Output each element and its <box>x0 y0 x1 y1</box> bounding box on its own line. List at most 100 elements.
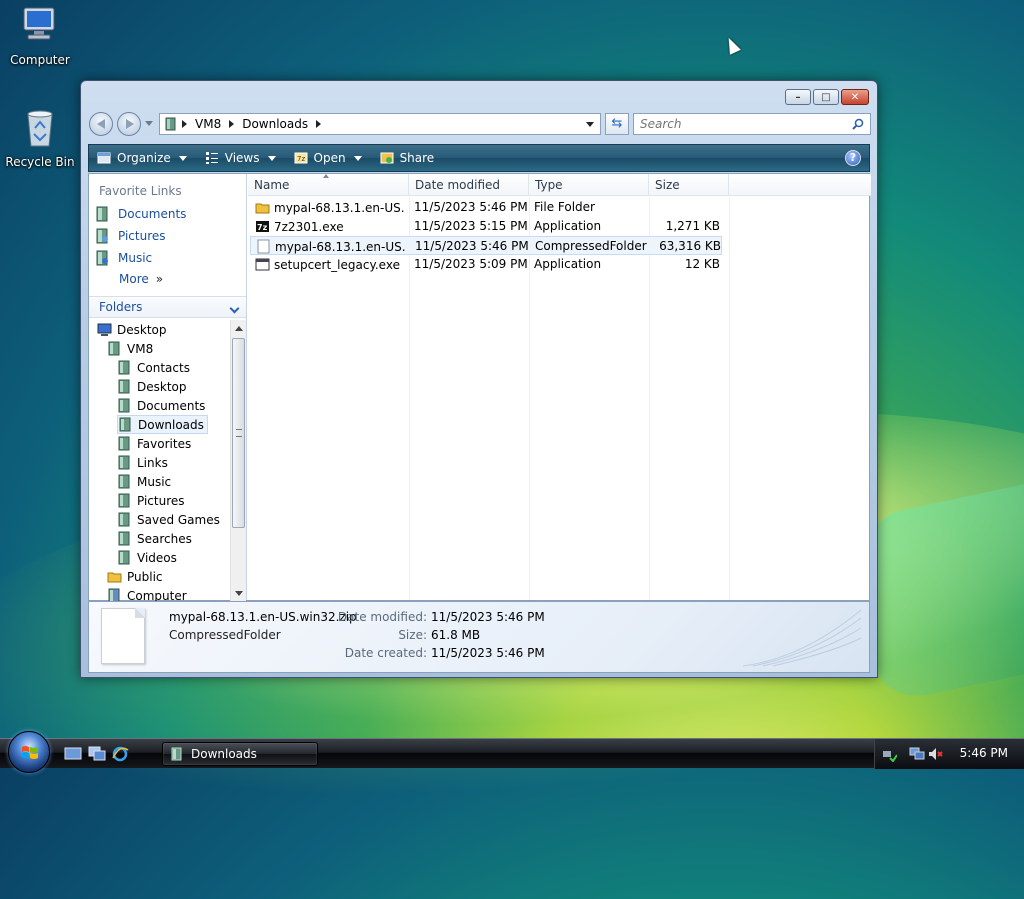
folder-tree-item[interactable]: Searches <box>117 529 195 548</box>
organize-button[interactable]: Organize <box>97 151 187 165</box>
file-row[interactable]: mypal-68.13.1.en-US.w... 11/5/2023 5:46 P… <box>250 236 722 255</box>
favorite-link-music[interactable]: Music <box>95 250 152 266</box>
file-name: 7z2301.exe <box>274 219 344 234</box>
user-folder-icon <box>108 341 120 356</box>
wallpaper-band <box>870 482 1024 708</box>
details-date-created-label: Date created: <box>344 646 427 660</box>
minimize-icon: – <box>795 91 801 103</box>
file-type: CompressedFolder <box>535 239 647 253</box>
column-header-label: Type <box>535 178 563 192</box>
file-date: 11/5/2023 5:46 PM <box>415 239 529 253</box>
details-date-created: 11/5/2023 5:46 PM <box>431 646 545 660</box>
folder-tree-item[interactable]: Links <box>117 453 171 472</box>
folders-header[interactable]: Folders <box>89 296 246 318</box>
explorer-window[interactable]: – □ ✕ VM8 Downloads ⇆ Organize <box>80 80 878 678</box>
address-bar[interactable]: VM8 Downloads <box>159 113 601 135</box>
folder-tree-item[interactable]: Videos <box>117 548 180 567</box>
desktop-icon-recycle-bin[interactable]: Recycle Bin <box>0 106 80 169</box>
folder-tree-scrollbar[interactable] <box>230 320 246 602</box>
file-row[interactable]: setupcert_legacy.exe 11/5/2023 5:09 PM App… <box>250 255 722 274</box>
volume-muted-icon[interactable] <box>927 746 943 762</box>
refresh-button[interactable]: ⇆ <box>605 113 629 135</box>
details-size: 61.8 MB <box>431 628 481 642</box>
folder-tree-item[interactable]: Saved Games <box>117 510 223 529</box>
folder-tree-item[interactable]: Downloads <box>117 415 208 434</box>
folder-tree-item[interactable]: Documents <box>117 396 208 415</box>
folder-tree-item[interactable]: Contacts <box>117 358 193 377</box>
start-button[interactable] <box>8 731 50 773</box>
folder-tree-item[interactable]: Desktop <box>97 320 170 339</box>
breadcrumb-vm8[interactable]: VM8 <box>191 117 225 131</box>
folder-icon <box>119 417 131 432</box>
scroll-up-icon[interactable] <box>235 326 243 331</box>
taskbar-button-downloads[interactable]: Downloads <box>162 742 318 766</box>
zip-file-icon <box>257 239 270 254</box>
back-arrow-icon <box>97 119 105 129</box>
computer-icon <box>23 7 55 40</box>
breadcrumb-separator[interactable] <box>182 120 187 128</box>
search-icon[interactable] <box>852 118 864 130</box>
search-input[interactable] <box>638 115 838 133</box>
safely-remove-hardware-icon[interactable] <box>881 746 897 762</box>
favorite-link-more[interactable]: More » <box>119 272 163 286</box>
breadcrumb-downloads[interactable]: Downloads <box>238 117 312 131</box>
column-header-size[interactable]: Size <box>649 174 729 196</box>
address-dropdown[interactable] <box>586 122 594 127</box>
share-label: Share <box>399 151 435 165</box>
file-date: 11/5/2023 5:09 PM <box>414 257 528 271</box>
favorite-link-documents[interactable]: Documents <box>95 206 186 222</box>
clock[interactable]: 5:46 PM <box>960 746 1008 760</box>
folder-tree-item[interactable]: Public <box>107 567 166 586</box>
column-header-date-modified[interactable]: Date modified <box>409 174 529 196</box>
folder-tree-label: Public <box>127 569 163 584</box>
search-box[interactable] <box>633 113 871 135</box>
favorite-link-pictures[interactable]: Pictures <box>95 228 166 244</box>
recent-pages-dropdown[interactable] <box>145 121 153 126</box>
details-date-modified: 11/5/2023 5:46 PM <box>431 610 545 624</box>
switch-windows-icon[interactable] <box>88 746 106 762</box>
7zip-icon: 7z <box>256 221 269 232</box>
column-header-name[interactable]: Name <box>248 174 409 196</box>
favorite-link-label: Pictures <box>118 229 166 243</box>
folder-tree-item[interactable]: Computer <box>107 586 190 602</box>
file-type: Application <box>534 219 602 233</box>
recycle-bin-icon <box>27 110 53 147</box>
share-button[interactable]: Share <box>380 151 435 165</box>
folder-tree-item[interactable]: Pictures <box>117 491 188 510</box>
explorer-content: Favorite Links Documents Pictures Music … <box>88 173 871 602</box>
minimize-button[interactable]: – <box>785 89 811 105</box>
scrollbar-thumb[interactable] <box>232 338 245 528</box>
show-desktop-icon[interactable] <box>64 746 82 762</box>
organize-label: Organize <box>117 151 171 165</box>
favorite-link-label: Music <box>118 251 153 265</box>
open-button[interactable]: 7z Open <box>294 151 362 165</box>
file-name-cell: setupcert_legacy.exe <box>255 257 405 272</box>
breadcrumb-separator[interactable] <box>229 120 235 128</box>
help-button[interactable]: ? <box>845 150 861 166</box>
windows-logo-icon <box>22 746 38 759</box>
file-row[interactable]: 7z 7z2301.exe 11/5/2023 5:15 PM Application… <box>250 217 722 236</box>
column-header-type[interactable]: Type <box>529 174 649 196</box>
open-label: Open <box>313 151 346 165</box>
folder-tree-item[interactable]: Favorites <box>117 434 194 453</box>
forward-button[interactable] <box>117 112 141 136</box>
folder-tree-item[interactable]: Desktop <box>117 377 190 396</box>
folder-icon <box>118 455 130 470</box>
open-icon: 7z <box>294 152 307 164</box>
internet-explorer-icon[interactable] <box>111 746 129 762</box>
folder-tree-label: Links <box>137 455 168 470</box>
file-row[interactable]: mypal-68.13.1.en-US.w... 11/5/2023 5:46 P… <box>250 198 722 217</box>
desktop-icon-computer[interactable]: Computer <box>0 4 80 67</box>
close-button[interactable]: ✕ <box>841 89 869 105</box>
breadcrumb-separator[interactable] <box>316 120 322 128</box>
views-button[interactable]: Views <box>205 151 276 165</box>
taskbar: Downloads 5:46 PM <box>0 731 1024 773</box>
folder-tree-item[interactable]: Music <box>117 472 174 491</box>
favorite-link-label: Documents <box>118 207 187 221</box>
back-button[interactable] <box>89 112 113 136</box>
maximize-button[interactable]: □ <box>813 89 839 105</box>
scroll-down-icon[interactable] <box>235 591 243 596</box>
network-icon[interactable] <box>909 746 925 762</box>
folder-tree-item[interactable]: VM8 <box>107 339 156 358</box>
folder-tree-label: Contacts <box>137 360 190 375</box>
